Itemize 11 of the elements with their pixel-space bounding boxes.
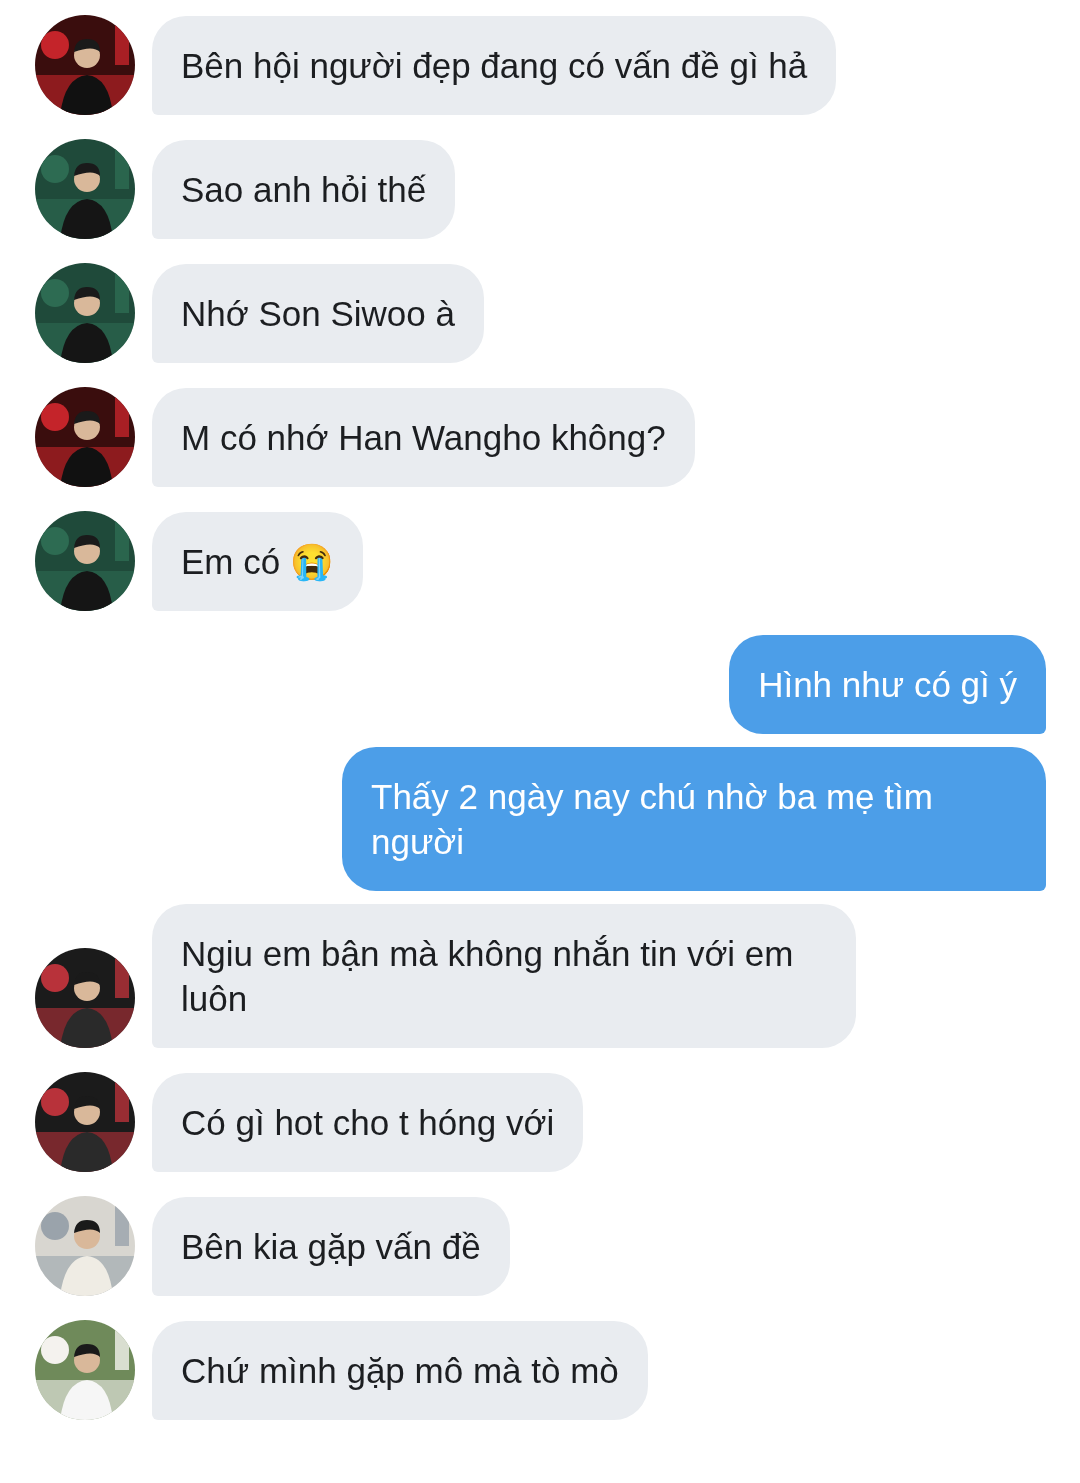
- message-bubble: Có gì hot cho t hóng với: [152, 1073, 584, 1172]
- message-bubble: Em có 😭: [152, 512, 363, 611]
- message-bubble: Chứ mình gặp mô mà tò mò: [152, 1321, 648, 1420]
- message-bubble: Hình như có gì ý: [729, 635, 1046, 734]
- message-bubble: M có nhớ Han Wangho không?: [152, 388, 695, 487]
- message-bubble: Thấy 2 ngày nay chú nhờ ba mẹ tìm người: [342, 747, 1046, 891]
- message-bubble: Bên hội người đẹp đang có vấn đề gì hả: [152, 16, 837, 115]
- message-bubble: Nhớ Son Siwoo à: [152, 264, 484, 363]
- message-bubble: Ngiu em bận mà không nhắn tin với em luôn: [152, 904, 856, 1048]
- message-bubble: Bên kia gặp vấn đề: [152, 1197, 510, 1296]
- message-bubble: Sao anh hỏi thế: [152, 140, 456, 239]
